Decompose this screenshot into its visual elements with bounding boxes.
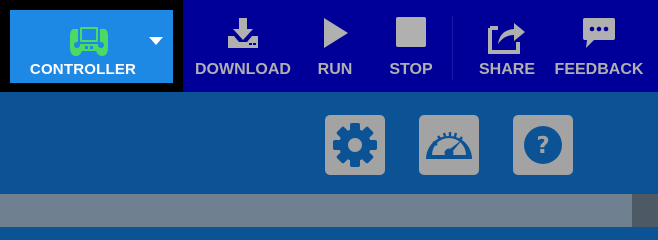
stop-button[interactable]: STOP [378,12,444,84]
dashboard-button[interactable] [419,115,479,175]
settings-button[interactable] [325,115,385,175]
toolbar-separator [452,16,453,80]
share-label: SHARE [478,61,535,78]
stop-icon [396,17,426,47]
download-label: DOWNLOAD [195,61,291,78]
feedback-button[interactable]: FEEDBACK [552,12,646,84]
help-button[interactable]: ? [513,115,573,175]
download-icon [228,18,258,48]
play-icon [324,18,348,48]
share-button[interactable]: SHARE [470,12,544,84]
feedback-icon [583,18,615,48]
help-icon: ? [524,126,562,164]
mode-selector-frame: CONTROLLER [0,0,183,92]
workspace-area [0,194,632,227]
svg-text:?: ? [536,133,549,159]
gamepad-icon [70,25,108,56]
run-button[interactable]: RUN [304,12,366,84]
mode-selector-label: CONTROLLER [29,61,137,78]
stop-label: STOP [389,61,433,78]
feedback-label: FEEDBACK [554,61,644,78]
gear-icon [333,123,377,167]
top-toolbar: CONTROLLER DOWNLOAD RUN STOP SHARE FEEDB… [0,0,658,92]
download-button[interactable]: DOWNLOAD [186,12,300,84]
mode-selector-button[interactable]: CONTROLLER [10,10,173,83]
run-label: RUN [317,61,353,78]
workspace-scroll-edge[interactable] [632,194,658,227]
dashboard-icon [426,132,472,159]
share-icon [488,23,525,54]
chevron-down-icon[interactable] [149,37,163,46]
